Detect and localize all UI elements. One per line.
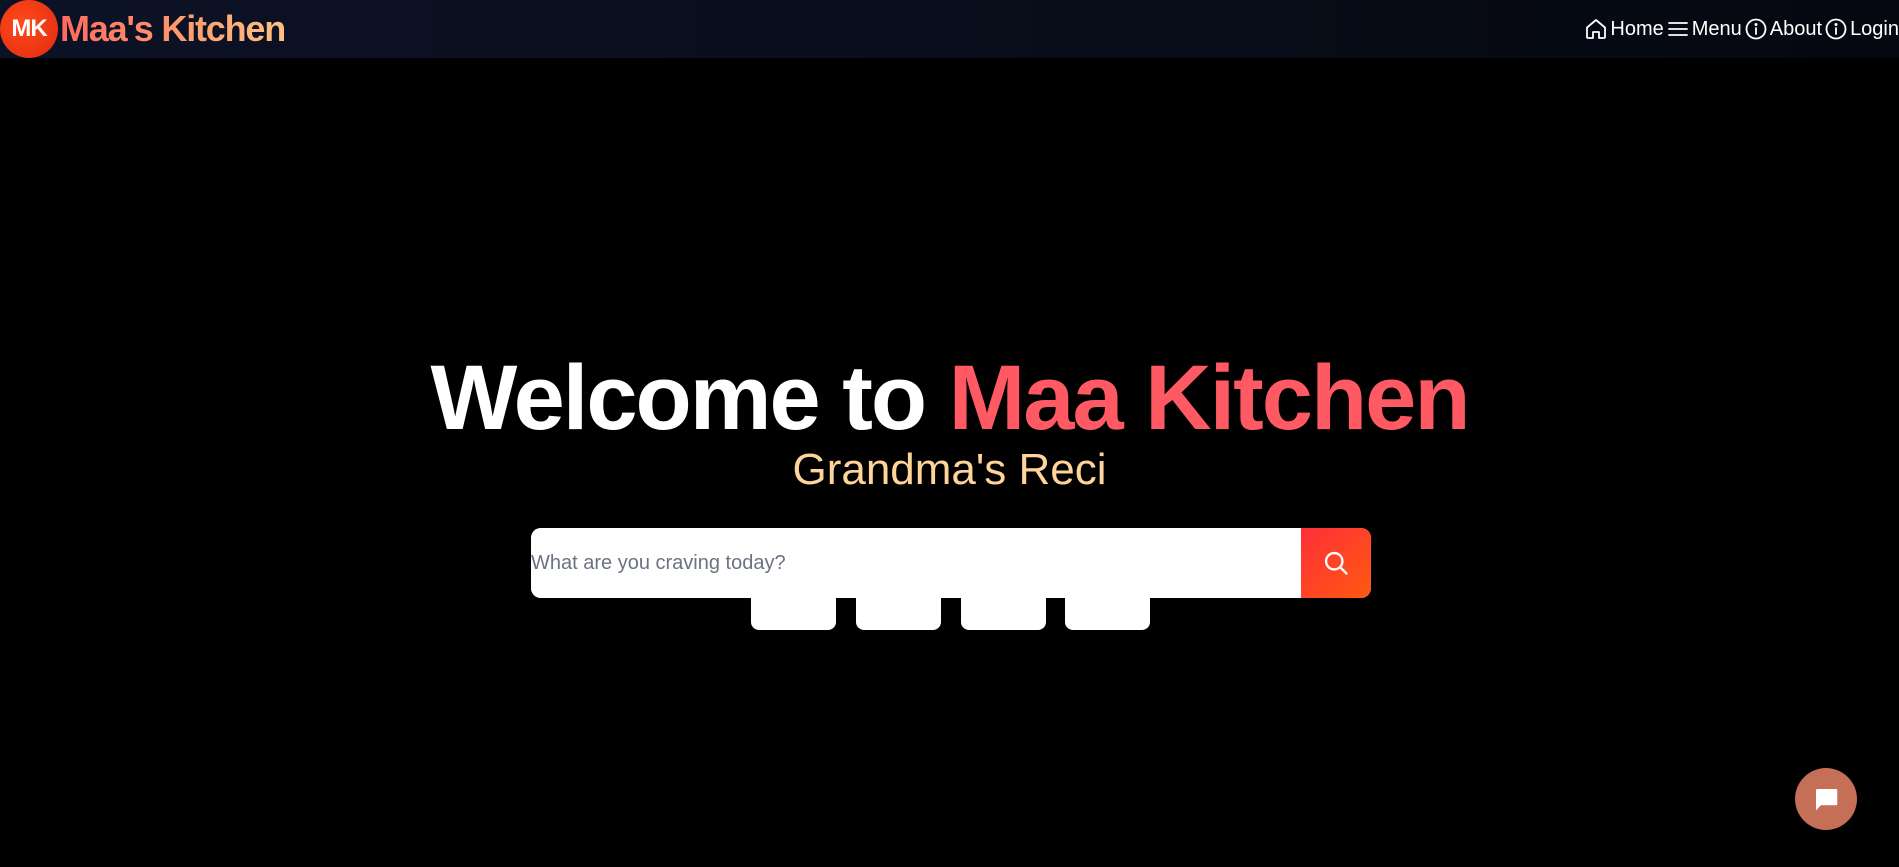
suggestion-chip[interactable] bbox=[961, 598, 1046, 630]
brand-logo[interactable]: MK Maa's Kitchen bbox=[0, 0, 286, 58]
nav-item-login[interactable]: Login bbox=[1824, 17, 1899, 41]
navbar: MK Maa's Kitchen Home Menu About Login bbox=[0, 0, 1899, 58]
hero-title-prefix: Welcome to bbox=[430, 347, 949, 449]
suggestion-chip[interactable] bbox=[1065, 598, 1150, 630]
search-input[interactable] bbox=[531, 528, 1301, 598]
chat-button[interactable] bbox=[1795, 768, 1857, 830]
suggestion-chip[interactable] bbox=[751, 598, 836, 630]
brand-badge: MK bbox=[0, 0, 58, 58]
search-icon bbox=[1324, 551, 1348, 575]
nav-item-about-label: About bbox=[1769, 17, 1823, 40]
nav-item-home[interactable]: Home bbox=[1584, 17, 1664, 41]
nav-links: Home Menu About Login bbox=[1584, 0, 1899, 58]
nav-item-menu-label: Menu bbox=[1691, 17, 1742, 40]
search-button[interactable] bbox=[1301, 528, 1371, 598]
suggestion-chip[interactable] bbox=[856, 598, 941, 630]
hero-title-accent: Maa Kitchen bbox=[948, 347, 1471, 449]
menu-icon bbox=[1667, 22, 1688, 36]
hero-subtitle: Grandma's Reci bbox=[792, 445, 1107, 494]
hero-title: Welcome to Maa Kitchen bbox=[0, 352, 1899, 444]
info-icon bbox=[1745, 18, 1767, 40]
brand-name: Maa's Kitchen bbox=[60, 8, 286, 49]
search-bar bbox=[531, 528, 1371, 598]
chat-bubble-icon bbox=[1816, 789, 1838, 811]
home-icon bbox=[1586, 19, 1607, 39]
nav-item-home-label: Home bbox=[1610, 17, 1664, 40]
nav-item-login-label: Login bbox=[1850, 17, 1899, 40]
info-icon bbox=[1825, 18, 1847, 40]
nav-item-about[interactable]: About bbox=[1744, 17, 1822, 41]
nav-item-menu[interactable]: Menu bbox=[1666, 17, 1742, 41]
